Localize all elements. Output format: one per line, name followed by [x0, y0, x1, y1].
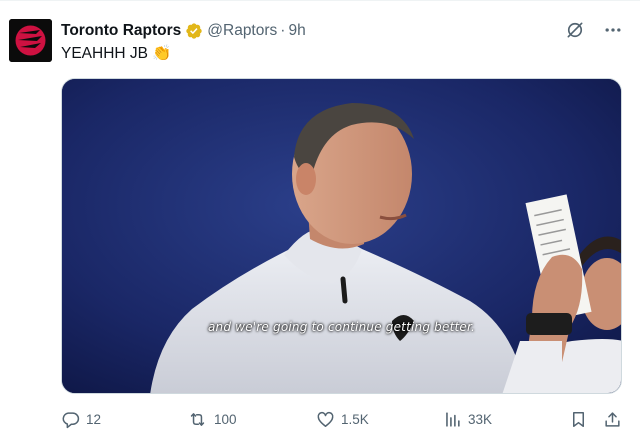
author-handle[interactable]: @Raptors	[207, 21, 277, 41]
reply-button[interactable]: 12	[61, 408, 101, 430]
header-actions	[564, 19, 624, 41]
separator-dot: ·	[280, 22, 286, 39]
avatar[interactable]	[9, 19, 52, 62]
video-still-image	[62, 79, 621, 393]
timestamp[interactable]: 9h	[288, 21, 305, 41]
grok-icon[interactable]	[564, 19, 586, 41]
share-button[interactable]	[603, 408, 622, 430]
views-chart-icon	[446, 411, 460, 427]
video-caption: and we're going to continue getting bett…	[207, 320, 476, 334]
more-icon[interactable]	[602, 19, 624, 41]
heart-icon	[317, 411, 334, 427]
tweet-text-body: YEAHHH JB	[61, 45, 148, 62]
share-icon	[605, 411, 620, 427]
repost-icon	[190, 412, 205, 426]
action-bar: 12 100 1.5K 33K	[61, 408, 627, 430]
reply-icon	[62, 411, 80, 428]
view-count: 33K	[468, 411, 493, 427]
raptors-claw-logo-icon	[9, 19, 52, 62]
bookmark-button[interactable]	[569, 408, 588, 430]
bookmark-icon	[572, 411, 585, 427]
reply-count: 12	[86, 411, 102, 427]
author-name[interactable]: Toronto Raptors	[61, 21, 181, 41]
tweet-text: YEAHHH JB 👏	[61, 44, 171, 64]
repost-count: 100	[214, 411, 237, 427]
tweet-card[interactable]: Toronto Raptors @Raptors · 9h YEAHHH JB …	[0, 0, 640, 438]
like-count: 1.5K	[341, 411, 369, 427]
tweet-media-video[interactable]: and we're going to continue getting bett…	[61, 78, 622, 394]
views-button[interactable]: 33K	[443, 408, 492, 430]
like-button[interactable]: 1.5K	[316, 408, 369, 430]
repost-button[interactable]: 100	[187, 408, 237, 430]
clapping-hands-emoji: 👏	[152, 45, 172, 62]
verified-badge-icon	[185, 22, 203, 40]
tweet-header: Toronto Raptors @Raptors · 9h	[61, 21, 306, 41]
